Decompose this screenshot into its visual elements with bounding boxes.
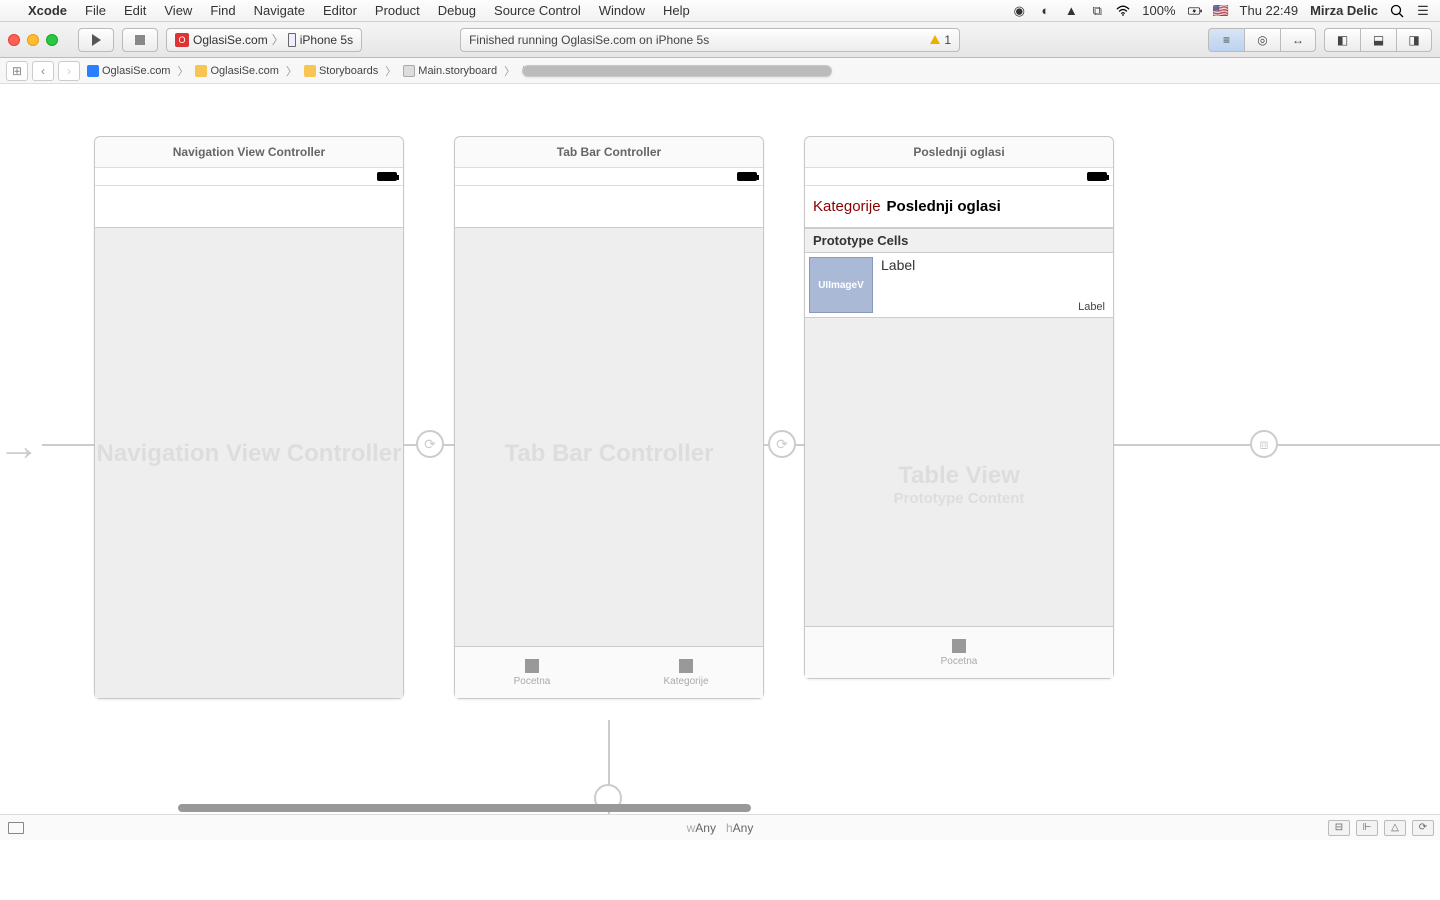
nav-back-button[interactable]: Kategorije bbox=[813, 198, 881, 215]
align-button[interactable]: ⊟ bbox=[1328, 820, 1350, 836]
zoom-button[interactable] bbox=[46, 34, 58, 46]
related-items-button[interactable]: ⊞ bbox=[6, 61, 28, 81]
activity-view: Finished running OglasiSe.com on iPhone … bbox=[460, 28, 960, 52]
breadcrumb-group[interactable]: OglasiSe.com bbox=[192, 63, 281, 79]
flag-icon[interactable]: 🇺🇸 bbox=[1214, 4, 1228, 18]
menu-editor[interactable]: Editor bbox=[323, 3, 357, 18]
tab-bar: Pocetna bbox=[805, 626, 1113, 678]
document-outline-button[interactable] bbox=[8, 822, 24, 834]
wifi-icon[interactable] bbox=[1116, 4, 1130, 18]
storyboard-canvas[interactable]: → Navigation View Controller Navigation … bbox=[0, 84, 1440, 840]
scene-navigation-controller[interactable]: Navigation View Controller Navigation Vi… bbox=[94, 136, 404, 699]
menu-navigate[interactable]: Navigate bbox=[254, 3, 305, 18]
scene-title: Tab Bar Controller bbox=[455, 137, 763, 168]
back-button[interactable]: ‹ bbox=[32, 61, 54, 81]
menu-view[interactable]: View bbox=[164, 3, 192, 18]
pin-button[interactable]: ⊩ bbox=[1356, 820, 1378, 836]
tab-item-kategorije[interactable]: Kategorije bbox=[609, 647, 763, 698]
menu-window[interactable]: Window bbox=[599, 3, 645, 18]
breadcrumb-storyboards[interactable]: Storyboards bbox=[301, 63, 381, 79]
jump-bar: ⊞ ‹ › OglasiSe.com 〉 OglasiSe.com 〉 Stor… bbox=[0, 58, 1440, 84]
battery-icon bbox=[737, 172, 757, 181]
segue-icon[interactable]: ⟳ bbox=[768, 430, 796, 458]
spotlight-icon[interactable] bbox=[1390, 4, 1404, 18]
menu-find[interactable]: Find bbox=[210, 3, 235, 18]
right-panel-button[interactable]: ◨ bbox=[1396, 28, 1432, 52]
initial-arrow-icon: → bbox=[0, 422, 40, 470]
navigation-bar: Kategorije Poslednji oglasi bbox=[805, 186, 1113, 228]
menu-app[interactable]: Xcode bbox=[28, 3, 67, 18]
user-name[interactable]: Mirza Delic bbox=[1310, 3, 1378, 18]
scene-title: Poslednji oglasi bbox=[805, 137, 1113, 168]
scheme-project: OglasiSe.com bbox=[193, 33, 268, 47]
menu-source-control[interactable]: Source Control bbox=[494, 3, 581, 18]
version-editor-button[interactable]: ↔ bbox=[1280, 28, 1316, 52]
battery-icon bbox=[377, 172, 397, 181]
stop-button[interactable] bbox=[122, 28, 158, 52]
panel-toggle-group: ◧ ⬓ ◨ bbox=[1324, 28, 1432, 52]
status-text: Finished running OglasiSe.com on iPhone … bbox=[469, 33, 709, 47]
horizontal-scrollbar[interactable] bbox=[178, 804, 751, 812]
project-icon: O bbox=[175, 33, 189, 47]
close-button[interactable] bbox=[8, 34, 20, 46]
breadcrumb-file[interactable]: Main.storyboard bbox=[400, 63, 500, 79]
scheme-device: iPhone 5s bbox=[300, 33, 353, 47]
device-icon bbox=[288, 33, 296, 47]
minimize-button[interactable] bbox=[27, 34, 39, 46]
editor-mode-group: ≡ ◎ ↔ bbox=[1208, 28, 1316, 52]
segue-icon[interactable]: ⧈ bbox=[1250, 430, 1278, 458]
status-icon[interactable]: ◐ bbox=[1038, 4, 1052, 18]
nav-title: Poslednji oglasi bbox=[887, 198, 1001, 215]
window-controls bbox=[8, 34, 58, 46]
notification-icon[interactable]: ☰ bbox=[1416, 4, 1430, 18]
tab-bar: Pocetna Kategorije bbox=[455, 646, 763, 698]
cell-label-main: Label bbox=[881, 257, 1109, 273]
scheme-selector[interactable]: OOglasiSe.com 〉 iPhone 5s bbox=[166, 28, 362, 52]
image-view-placeholder: UIImageV bbox=[809, 257, 873, 313]
left-panel-button[interactable]: ◧ bbox=[1324, 28, 1360, 52]
run-button[interactable] bbox=[78, 28, 114, 52]
mac-menubar: Xcode File Edit View Find Navigate Edito… bbox=[0, 0, 1440, 22]
tab-item-pocetna[interactable]: Pocetna bbox=[805, 627, 1113, 678]
breadcrumb-project[interactable]: OglasiSe.com bbox=[84, 63, 173, 79]
prototype-cells-header: Prototype Cells bbox=[805, 228, 1113, 253]
resolve-button[interactable]: △ bbox=[1384, 820, 1406, 836]
breadcrumb-scene[interactable]: Kategorije Scene bbox=[519, 63, 609, 79]
battery-icon bbox=[1087, 172, 1107, 181]
warning-icon[interactable] bbox=[930, 35, 940, 44]
segue-icon[interactable]: ⟳ bbox=[416, 430, 444, 458]
viber-icon[interactable]: ◉ bbox=[1012, 4, 1026, 18]
battery-icon[interactable] bbox=[1188, 4, 1202, 18]
assistant-editor-button[interactable]: ◎ bbox=[1244, 28, 1280, 52]
scene-title: Navigation View Controller bbox=[95, 137, 403, 168]
cell-label-sub: Label bbox=[1078, 301, 1105, 313]
scene-placeholder: Tab Bar Controller bbox=[455, 440, 763, 468]
menu-product[interactable]: Product bbox=[375, 3, 420, 18]
dropbox-icon[interactable]: ⧉ bbox=[1090, 4, 1104, 18]
tab-item-pocetna[interactable]: Pocetna bbox=[455, 647, 609, 698]
size-class-bar: wAny hAny ⊟ ⊩ △ ⟳ bbox=[0, 814, 1440, 840]
standard-editor-button[interactable]: ≡ bbox=[1208, 28, 1244, 52]
menu-file[interactable]: File bbox=[85, 3, 106, 18]
scene-tabbar-controller[interactable]: Tab Bar Controller Tab Bar Controller Po… bbox=[454, 136, 764, 699]
battery-percent[interactable]: 100% bbox=[1142, 3, 1175, 18]
forward-button[interactable]: › bbox=[58, 61, 80, 81]
tableview-placeholder-sub: Prototype Content bbox=[805, 490, 1113, 507]
drive-icon[interactable]: ▲ bbox=[1064, 4, 1078, 18]
menu-help[interactable]: Help bbox=[663, 3, 690, 18]
scene-poslednji-oglasi[interactable]: Poslednji oglasi Kategorije Poslednji og… bbox=[804, 136, 1114, 679]
menu-edit[interactable]: Edit bbox=[124, 3, 146, 18]
menu-debug[interactable]: Debug bbox=[438, 3, 476, 18]
clock[interactable]: Thu 22:49 bbox=[1240, 3, 1299, 18]
resize-button[interactable]: ⟳ bbox=[1412, 820, 1434, 836]
warning-count[interactable]: 1 bbox=[944, 33, 951, 47]
xcode-toolbar: OOglasiSe.com 〉 iPhone 5s Finished runni… bbox=[0, 22, 1440, 58]
prototype-cell[interactable]: UIImageV Label Label bbox=[805, 253, 1113, 318]
tableview-placeholder-title: Table View bbox=[805, 462, 1113, 490]
bottom-panel-button[interactable]: ⬓ bbox=[1360, 28, 1396, 52]
size-class-selector[interactable]: wAny hAny bbox=[687, 821, 754, 835]
scene-placeholder: Navigation View Controller bbox=[95, 440, 403, 468]
